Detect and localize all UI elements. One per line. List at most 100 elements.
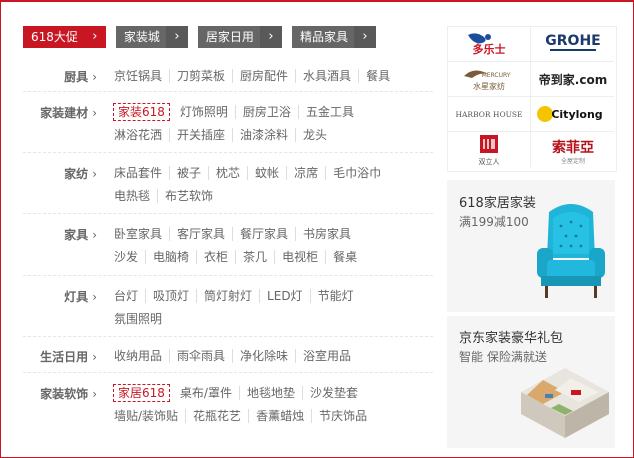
citylong-logo-icon: Citylong xyxy=(536,106,602,122)
chevron-right-icon: › xyxy=(92,29,98,44)
promo-title: 京东家装豪华礼包 xyxy=(459,331,564,346)
category-link[interactable]: 地毯地垫 xyxy=(238,385,302,400)
category-name: 家纺 xyxy=(64,167,89,181)
category-title[interactable]: 家装软饰 › xyxy=(1,385,97,402)
category-title[interactable]: 厨具 › xyxy=(1,68,97,85)
brand-logo-zwilling[interactable]: 双立人 xyxy=(448,132,531,167)
brand-grid: 多乐士 GROHE MERCURY 水星家纺 帝到家.com HARBOR HO… xyxy=(447,26,617,172)
brand-logo-grohe[interactable]: GROHE xyxy=(531,27,614,62)
category-title[interactable]: 家装建材 › xyxy=(1,104,97,121)
category-name: 家具 xyxy=(64,228,89,242)
category-link[interactable]: 卧室家具 xyxy=(107,227,169,241)
category-link[interactable]: 蚊帐 xyxy=(247,165,286,180)
category-link[interactable]: 浴室用品 xyxy=(295,348,358,363)
category-link[interactable]: 筒灯射灯 xyxy=(196,288,259,303)
category-link[interactable]: 书房家具 xyxy=(295,226,358,241)
category-link[interactable]: 雨伞雨具 xyxy=(169,348,232,363)
brand-logo-dulux[interactable]: 多乐士 xyxy=(448,27,531,62)
category-link[interactable]: 香薰蜡烛 xyxy=(248,408,311,423)
category-link[interactable]: 毛巾浴巾 xyxy=(325,165,388,180)
category-link[interactable]: 刀剪菜板 xyxy=(169,68,232,83)
promo-card-gift-pack[interactable]: 京东家装豪华礼包 智能 保险满就送 xyxy=(447,316,615,448)
category-title[interactable]: 家具 › xyxy=(1,226,97,243)
category-link[interactable]: 被子 xyxy=(169,165,208,180)
chevron-right-icon: › xyxy=(92,387,97,401)
category-link[interactable]: 厨房卫浴 xyxy=(234,104,298,119)
highlight-link-home-618[interactable]: 家居618 xyxy=(113,383,170,402)
category-title[interactable]: 生活日用 › xyxy=(1,348,97,365)
brand-text-en: MERCURY xyxy=(482,72,511,79)
brand-text: 多乐士 xyxy=(473,42,506,56)
sofia-logo-icon: 索菲亞 全屋定制 xyxy=(552,139,594,165)
category-link[interactable]: 电脑椅 xyxy=(145,249,196,264)
category-link[interactable]: 淋浴花洒 xyxy=(107,128,169,142)
brand-text: 双立人 xyxy=(479,157,500,166)
tab-618-promo[interactable]: 618大促 › xyxy=(23,26,106,48)
category-link[interactable]: 吸顶灯 xyxy=(145,288,196,303)
brand-logo-citylong[interactable]: Citylong xyxy=(531,97,614,132)
tab-fine-furniture[interactable]: 精品家具 › xyxy=(291,26,376,48)
category-title[interactable]: 灯具 › xyxy=(1,288,97,305)
category-link[interactable]: 油漆涂料 xyxy=(232,127,295,142)
chevron-right-icon: › xyxy=(92,70,97,84)
category-link[interactable]: 节能灯 xyxy=(309,288,361,303)
category-link[interactable]: 龙头 xyxy=(295,127,334,142)
tab-household[interactable]: 居家日用 › xyxy=(197,26,282,48)
category-link[interactable]: 沙发 xyxy=(107,250,145,264)
dulux-logo-icon: 多乐士 xyxy=(468,33,506,56)
category-name: 灯具 xyxy=(64,290,89,304)
category-link[interactable]: 净化除味 xyxy=(232,348,295,363)
category-link[interactable]: 京饪锅具 xyxy=(107,69,169,83)
tab-home-decor-mall[interactable]: 家装城 › xyxy=(115,26,188,48)
category-link[interactable]: 客厅家具 xyxy=(169,226,232,241)
category-link[interactable]: 灯饰照明 xyxy=(173,105,235,119)
category-link[interactable]: 墙贴/装饰贴 xyxy=(107,409,185,423)
promo-subtitle: 智能 保险满就送 xyxy=(459,350,547,364)
category-link[interactable]: 布艺软饰 xyxy=(157,188,220,203)
category-link[interactable]: 厨房配件 xyxy=(232,68,295,83)
brand-text: 帝到家.com xyxy=(538,72,606,87)
category-link[interactable]: 开关插座 xyxy=(169,127,232,142)
category-link[interactable]: 台灯 xyxy=(107,289,145,303)
chevron-right-icon: › xyxy=(353,26,376,48)
mercury-logo-icon: MERCURY 水星家纺 xyxy=(464,70,511,91)
category-link[interactable]: 沙发垫套 xyxy=(301,385,365,400)
category-link[interactable]: 收纳用品 xyxy=(107,349,169,363)
promo-card-home-618[interactable]: 618家居家装 满199减100 xyxy=(447,180,615,312)
tab-label: 家装城 xyxy=(123,30,160,44)
brand-logo-sofia[interactable]: 索菲亞 全屋定制 xyxy=(531,132,614,167)
category-link[interactable]: 餐具 xyxy=(358,68,397,83)
category-link[interactable]: 电视柜 xyxy=(274,249,325,264)
category-link[interactable]: 枕芯 xyxy=(208,165,247,180)
grohe-logo-icon: GROHE xyxy=(545,33,600,51)
category-link[interactable]: 餐桌 xyxy=(325,249,364,264)
chevron-right-icon: › xyxy=(92,106,97,120)
category-name: 家装软饰 xyxy=(40,387,89,401)
category-link[interactable]: 床品套件 xyxy=(107,166,169,180)
brand-logo-didaojia[interactable]: 帝到家.com xyxy=(531,62,614,97)
chevron-right-icon: › xyxy=(165,26,188,48)
category-title[interactable]: 家纺 › xyxy=(1,165,97,182)
category-link[interactable]: 衣柜 xyxy=(196,249,235,264)
brand-logo-mercury[interactable]: MERCURY 水星家纺 xyxy=(448,62,531,97)
highlight-link-home-618[interactable]: 家装618 xyxy=(113,102,170,121)
divider xyxy=(23,372,433,373)
chevron-right-icon: › xyxy=(259,26,282,48)
category-link[interactable]: 电热毯 xyxy=(107,189,157,203)
brand-logo-harbor-house[interactable]: HARBOR HOUSE xyxy=(448,97,531,132)
category-link[interactable]: 桌布/罩件 xyxy=(173,386,239,400)
top-tabs: 618大促 › 家装城 › 居家日用 › 精品家具 › xyxy=(23,26,376,48)
chevron-right-icon: › xyxy=(92,350,97,364)
category-link[interactable]: 氛围照明 xyxy=(107,312,169,326)
category-link[interactable]: 花瓶花艺 xyxy=(185,408,248,423)
category-link[interactable]: 凉席 xyxy=(286,165,325,180)
divider xyxy=(23,213,433,214)
category-link[interactable]: 餐厅家具 xyxy=(232,226,295,241)
category-link[interactable]: 五金工具 xyxy=(297,104,361,119)
category-link[interactable]: 节庆饰品 xyxy=(311,408,374,423)
armchair-image xyxy=(537,204,605,298)
category-link[interactable]: LED灯 xyxy=(259,288,310,303)
category-link[interactable]: 茶几 xyxy=(235,249,274,264)
category-link[interactable]: 水具酒具 xyxy=(295,68,358,83)
brand-text: Citylong xyxy=(551,108,602,121)
